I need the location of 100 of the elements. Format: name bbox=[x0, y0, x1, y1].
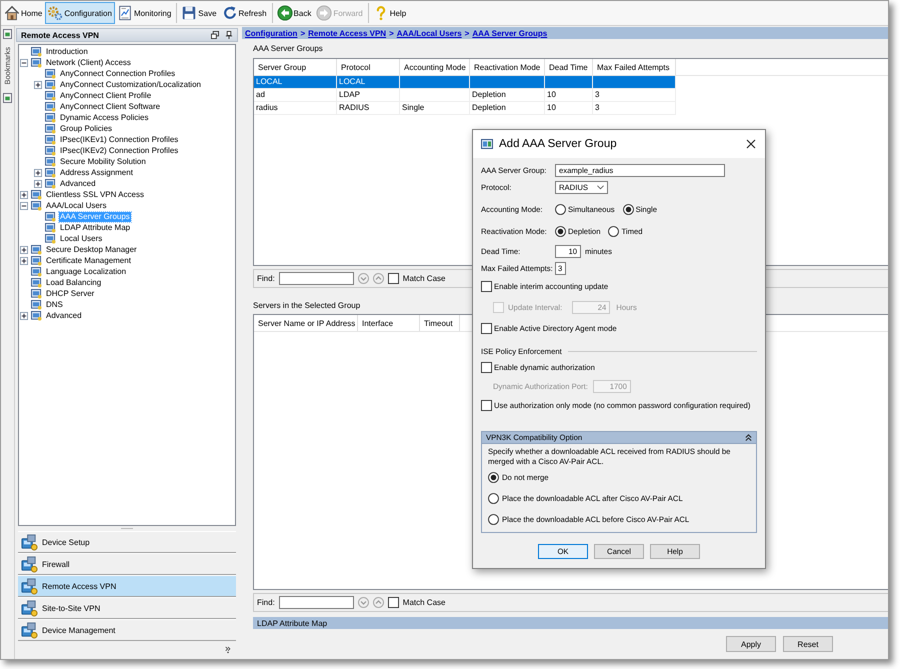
radio-button[interactable] bbox=[555, 204, 566, 214]
tree-item[interactable]: LDAP Attribute Map bbox=[59, 222, 132, 232]
checkbox[interactable] bbox=[481, 322, 492, 334]
radio-button[interactable] bbox=[622, 204, 634, 214]
column-header[interactable]: Dead Time bbox=[545, 59, 593, 75]
table-cell: Depletion bbox=[470, 89, 545, 101]
restore-icon[interactable] bbox=[211, 31, 219, 39]
section-title: Servers in the Selected Group bbox=[253, 301, 360, 311]
nav-section-button[interactable]: Device Setup bbox=[18, 531, 236, 553]
find-field[interactable] bbox=[278, 272, 354, 285]
tree-item[interactable]: Clientless SSL VPN Access bbox=[45, 190, 145, 200]
tree-item[interactable]: Advanced bbox=[45, 310, 83, 320]
tree-item[interactable]: Address Assignment bbox=[59, 168, 134, 178]
device-icon bbox=[21, 622, 38, 638]
checkbox[interactable] bbox=[388, 597, 399, 608]
expand-icon[interactable] bbox=[20, 256, 28, 264]
tree-item[interactable]: Introduction bbox=[45, 46, 89, 56]
checkbox[interactable] bbox=[481, 362, 492, 372]
window-icon bbox=[45, 178, 56, 188]
tab-icon[interactable] bbox=[3, 92, 12, 103]
radio-button[interactable] bbox=[608, 226, 620, 236]
device-icon bbox=[21, 556, 38, 572]
reset-button[interactable]: Reset bbox=[783, 636, 833, 652]
collapsed-panel-header[interactable]: LDAP Attribute Map bbox=[253, 617, 888, 629]
expand-icon[interactable] bbox=[20, 246, 28, 254]
tree-item[interactable]: DNS bbox=[45, 300, 64, 310]
tree-item[interactable]: AnyConnect Customization/Localization bbox=[59, 80, 202, 90]
home-button[interactable]: Home bbox=[2, 2, 46, 24]
apply-button[interactable]: Apply bbox=[726, 636, 776, 652]
tree-item[interactable]: AAA/Local Users bbox=[45, 200, 108, 210]
checkbox[interactable] bbox=[388, 273, 399, 284]
table-row[interactable]: LOCAL LOCAL bbox=[254, 76, 676, 89]
expand-icon[interactable] bbox=[20, 190, 28, 198]
tree-item[interactable]: Secure Mobility Solution bbox=[59, 156, 147, 166]
find-field[interactable] bbox=[278, 596, 354, 609]
refresh-button[interactable]: Refresh bbox=[220, 2, 270, 24]
collapse-icon[interactable] bbox=[20, 58, 28, 66]
double-chevron-icon[interactable] bbox=[225, 646, 231, 654]
tree-item[interactable]: DHCP Server bbox=[45, 288, 96, 298]
expand-icon[interactable] bbox=[34, 180, 42, 188]
column-header[interactable]: Timeout bbox=[420, 315, 460, 331]
tree-item[interactable]: Certificate Management bbox=[45, 256, 132, 266]
monitoring-button[interactable]: Monitoring bbox=[114, 2, 174, 24]
device-icon bbox=[21, 578, 38, 594]
radio-button[interactable] bbox=[488, 472, 499, 482]
column-header[interactable]: Server Group bbox=[254, 59, 337, 75]
tree-item[interactable]: IPsec(IKEv2) Connection Profiles bbox=[59, 146, 180, 156]
column-header[interactable]: Interface bbox=[358, 315, 420, 331]
tree-item[interactable]: Group Policies bbox=[59, 124, 114, 134]
breadcrumb-link[interactable]: AAA Server Groups bbox=[472, 28, 548, 38]
table-row[interactable]: ad LDAP Depletion 10 3 bbox=[254, 89, 676, 102]
nav-section-button[interactable]: Site-to-Site VPN bbox=[18, 597, 236, 619]
back-button[interactable]: Back bbox=[274, 2, 314, 24]
double-chevron-up-icon[interactable] bbox=[745, 434, 752, 441]
tree-item[interactable]: AnyConnect Client Profile bbox=[59, 90, 152, 100]
column-header[interactable]: Reactivation Mode bbox=[470, 59, 545, 75]
configuration-button[interactable]: Configuration bbox=[45, 2, 115, 24]
panel-title: Remote Access VPN bbox=[21, 30, 99, 40]
breadcrumb-link[interactable]: Remote Access VPN bbox=[308, 28, 386, 38]
checkbox[interactable] bbox=[481, 400, 492, 410]
tree-item[interactable]: Secure Desktop Manager bbox=[45, 244, 138, 254]
close-button[interactable] bbox=[744, 137, 758, 151]
tree-item[interactable]: Load Balancing bbox=[45, 278, 102, 288]
tree-item[interactable]: AnyConnect Connection Profiles bbox=[59, 68, 176, 78]
table-cell: LDAP bbox=[337, 89, 400, 101]
breadcrumb-link[interactable]: Configuration bbox=[245, 28, 298, 38]
column-header[interactable]: Accounting Mode bbox=[400, 59, 470, 75]
tree-item[interactable]: Dynamic Access Policies bbox=[59, 112, 150, 122]
breadcrumb-link[interactable]: AAA/Local Users bbox=[396, 28, 462, 38]
window-icon bbox=[45, 102, 56, 112]
breadcrumb-separator: > bbox=[389, 28, 394, 38]
window-icon bbox=[45, 212, 56, 222]
expand-icon[interactable] bbox=[20, 312, 28, 320]
tab-icon[interactable] bbox=[3, 29, 12, 39]
help-button[interactable]: Help bbox=[370, 2, 410, 24]
table-cell: 10 bbox=[545, 89, 593, 101]
expand-icon[interactable] bbox=[34, 168, 42, 176]
radio-button[interactable] bbox=[555, 226, 566, 236]
table-row[interactable]: radius RADIUS Single Depletion 10 3 bbox=[254, 102, 676, 115]
expand-icon[interactable] bbox=[34, 80, 42, 88]
save-button[interactable]: Save bbox=[179, 2, 220, 24]
tree-item[interactable]: Language Localization bbox=[45, 266, 128, 276]
column-header[interactable]: Max Failed Attempts bbox=[593, 59, 676, 75]
pin-icon[interactable] bbox=[225, 31, 233, 39]
collapse-icon[interactable] bbox=[20, 202, 28, 210]
radio-button[interactable] bbox=[488, 514, 499, 524]
column-header[interactable]: Server Name or IP Address bbox=[254, 315, 358, 331]
chevron-down-icon bbox=[597, 184, 604, 190]
find-label: Find: bbox=[257, 598, 275, 607]
radio-button[interactable] bbox=[488, 492, 499, 504]
nav-section-button[interactable]: Firewall bbox=[18, 553, 236, 575]
checkbox[interactable] bbox=[481, 280, 492, 292]
tree-item[interactable]: Network (Client) Access bbox=[45, 58, 132, 68]
tree-item[interactable]: Advanced bbox=[59, 178, 97, 188]
nav-section-button[interactable]: Device Management bbox=[18, 619, 236, 641]
tree-item[interactable]: Local Users bbox=[59, 234, 104, 244]
tree-item[interactable]: AnyConnect Client Software bbox=[59, 102, 162, 112]
tree-item[interactable]: IPsec(IKEv1) Connection Profiles bbox=[59, 134, 180, 144]
nav-section-button[interactable]: Remote Access VPN bbox=[18, 575, 236, 597]
column-header[interactable]: Protocol bbox=[337, 59, 400, 75]
